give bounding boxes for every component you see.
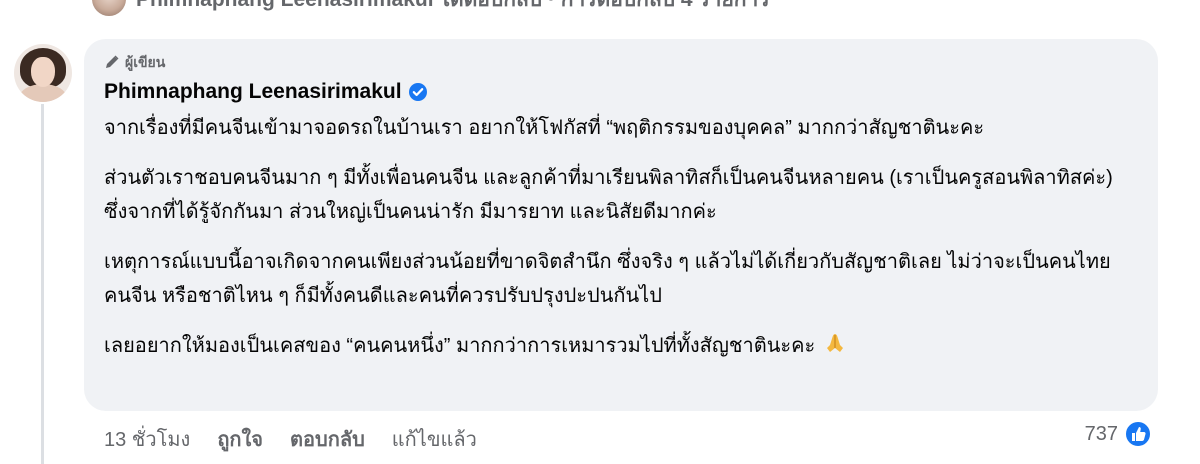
timestamp[interactable]: 13 ชั่วโมง [104,423,190,455]
comment-actions: 13 ชั่วโมง ถูกใจ ตอบกลับ แก้ไขแล้ว [104,423,477,455]
reaction-count[interactable]: 737 [1085,423,1118,446]
comment-paragraph-last: เลยอยากให้มองเป็นเคสของ “คนคนหนึ่ง” มากก… [104,329,1140,366]
comment-paragraph: ส่วนตัวเราชอบคนจีนมาก ๆ มีทั้งเพื่อนคนจี… [104,167,1113,223]
thread-line [41,104,44,464]
author-badge-label: ผู้เขียน [125,54,166,70]
author-name[interactable]: Phimnaphang Leenasirimakul [104,80,402,104]
verified-badge-icon [408,82,428,102]
reply-avatar [92,0,126,16]
edited-label[interactable]: แก้ไขแล้ว [392,423,477,455]
pencil-icon [104,54,120,73]
comment-paragraph: เหตุการณ์แบบนี้อาจเกิดจากคนเพียงส่วนน้อย… [104,251,1111,307]
comment-paragraph-text: เลยอยากให้มองเป็นเคสของ “คนคนหนึ่ง” มากก… [104,335,816,357]
praying-hands-icon [823,331,847,366]
previous-reply-text[interactable]: Phimnaphang Leenasirimakul ได้ตอบกลับ · … [136,0,770,16]
reply-button[interactable]: ตอบกลับ [290,423,365,455]
comment-paragraph: จากเรื่องที่มีคนจีนเข้ามาจอดรถในบ้านเรา … [104,117,985,139]
author-badge: ผู้เขียน [104,53,1140,73]
reaction-summary[interactable]: 737 [1085,420,1152,448]
like-button[interactable]: ถูกใจ [217,423,263,455]
avatar[interactable] [14,44,72,102]
previous-reply-summary[interactable]: Phimnaphang Leenasirimakul ได้ตอบกลับ · … [92,0,770,16]
comment-bubble: ผู้เขียน Phimnaphang Leenasirimakul จากเ… [84,39,1158,411]
like-icon [1124,420,1152,448]
